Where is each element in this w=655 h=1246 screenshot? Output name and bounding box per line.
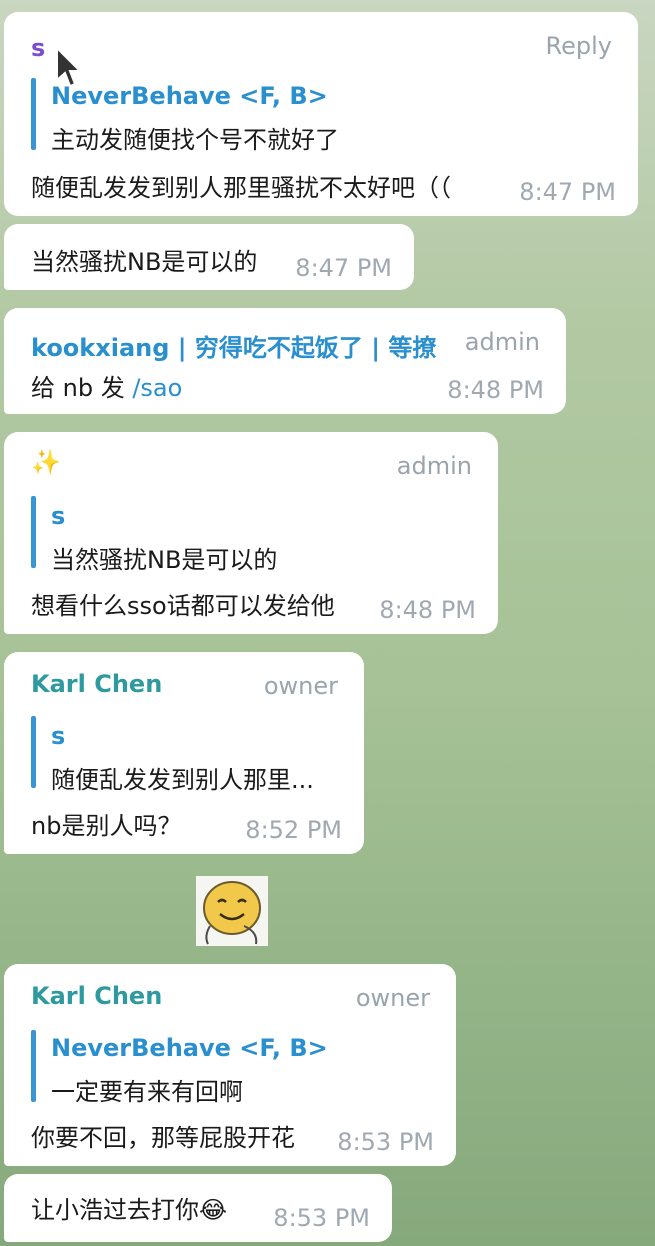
quoted-sender[interactable]: s (51, 502, 65, 530)
message-text: 想看什么sso话都可以发给他 (31, 592, 335, 620)
sender-name[interactable]: kookxiang | 穷得吃不起饭了 | 等撩 (31, 328, 436, 363)
sticker-image[interactable] (196, 876, 268, 946)
message-bubble[interactable]: Karl Chen owner s 随便乱发发到别人那里... nb是别人吗？ … (4, 652, 364, 854)
role-badge: owner (263, 672, 338, 700)
quoted-text: 当然骚扰NB是可以的 (51, 546, 278, 574)
sender-name[interactable]: Karl Chen (31, 670, 162, 698)
message-time: 8:47 PM (519, 178, 616, 206)
message-time: 8:52 PM (245, 816, 342, 844)
quoted-sender[interactable]: NeverBehave <F, B> (51, 82, 328, 110)
message-bubble[interactable]: kookxiang | 穷得吃不起饭了 | 等撩 admin 给 nb 发 /s… (4, 308, 566, 414)
message-bubble[interactable]: 让小浩过去打你😂 8:53 PM (4, 1174, 392, 1242)
message-text: 当然骚扰NB是可以的 (31, 248, 258, 276)
smiling-face-sticker-icon (203, 881, 261, 945)
quoted-sender[interactable]: s (51, 722, 65, 750)
mouse-pointer-icon (56, 46, 81, 88)
message-text: 给 nb 发 /sao (31, 374, 183, 402)
quote-bar (31, 1030, 36, 1102)
role-badge: admin (396, 452, 472, 480)
sender-name[interactable]: ✨ (31, 448, 61, 476)
bot-command-link[interactable]: /sao (132, 374, 182, 402)
quoted-text: 随便乱发发到别人那里... (51, 766, 314, 794)
message-bubble[interactable]: 当然骚扰NB是可以的 8:47 PM (4, 224, 414, 290)
message-bubble[interactable]: Karl Chen owner NeverBehave <F, B> 一定要有来… (4, 964, 456, 1166)
message-text: 让小浩过去打你😂 (31, 1196, 228, 1224)
message-time: 8:47 PM (295, 254, 392, 282)
quote-bar (31, 496, 36, 568)
message-text: 你要不回，那等屁股开花 (31, 1124, 295, 1152)
message-time: 8:48 PM (379, 596, 476, 624)
quote-bar (31, 78, 36, 150)
quote-bar (31, 716, 36, 788)
message-bubble[interactable]: ✨ admin s 当然骚扰NB是可以的 想看什么sso话都可以发给他 8:48… (4, 432, 498, 634)
message-bubble[interactable]: s Reply NeverBehave <F, B> 主动发随便找个号不就好了 … (4, 12, 638, 216)
message-time: 8:48 PM (447, 376, 544, 404)
message-time: 8:53 PM (273, 1204, 370, 1232)
sender-name[interactable]: s (31, 34, 45, 62)
sender-name[interactable]: Karl Chen (31, 982, 162, 1010)
role-badge: owner (355, 984, 430, 1012)
message-text: 随便乱发发到别人那里骚扰不太好吧（（ (31, 174, 451, 202)
message-time: 8:53 PM (337, 1128, 434, 1156)
quoted-sender[interactable]: NeverBehave <F, B> (51, 1034, 328, 1062)
quoted-text: 一定要有来有回啊 (51, 1078, 243, 1106)
role-badge: admin (464, 328, 540, 356)
message-text: nb是别人吗？ (31, 812, 182, 840)
quoted-text: 主动发随便找个号不就好了 (51, 126, 339, 154)
reply-button[interactable]: Reply (546, 32, 612, 60)
